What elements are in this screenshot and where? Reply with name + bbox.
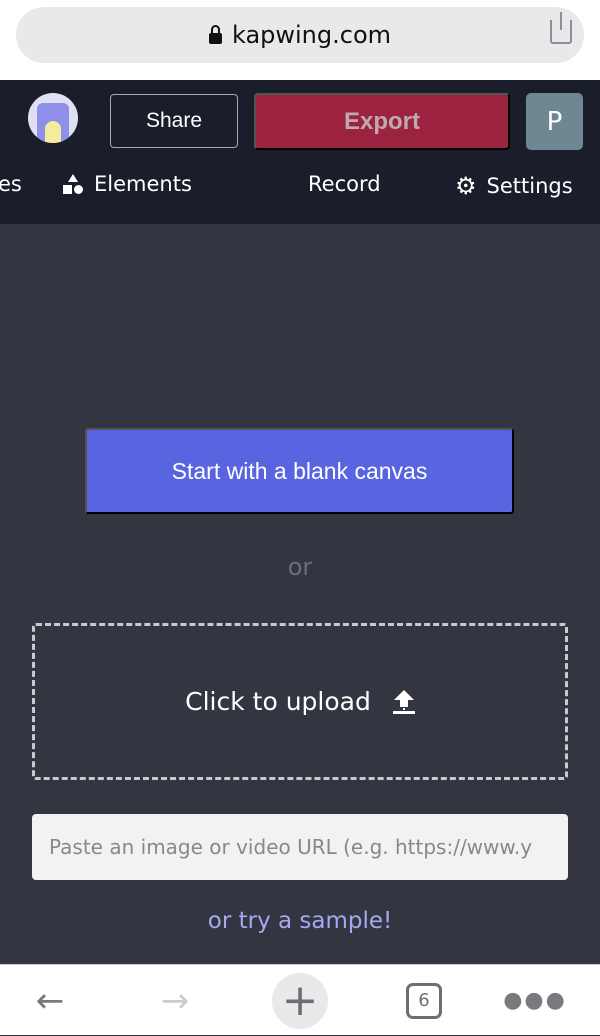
share-icon[interactable] bbox=[550, 12, 572, 44]
blank-canvas-button[interactable]: Start with a blank canvas bbox=[85, 428, 514, 514]
tab-label: Settings bbox=[486, 174, 573, 198]
upload-dropzone[interactable]: Click to upload bbox=[32, 623, 568, 780]
upload-icon bbox=[392, 689, 415, 714]
back-icon[interactable]: ← bbox=[25, 965, 75, 1036]
upload-label: Click to upload bbox=[185, 687, 371, 716]
tab-record[interactable]: Record bbox=[308, 172, 381, 196]
user-avatar-button[interactable]: P bbox=[526, 93, 583, 150]
shapes-icon bbox=[63, 174, 83, 194]
avatar[interactable] bbox=[28, 93, 78, 143]
try-sample-link[interactable]: or try a sample! bbox=[0, 908, 600, 934]
url-field[interactable]: kapwing.com bbox=[16, 7, 584, 63]
tab-elements[interactable]: Elements bbox=[62, 172, 192, 196]
tab-settings[interactable]: ⚙ Settings bbox=[455, 172, 573, 200]
lock-icon bbox=[208, 24, 222, 44]
browser-toolbar: ← → + 6 ●●● bbox=[0, 964, 600, 1035]
tab-label: es bbox=[0, 172, 22, 196]
url-text: kapwing.com bbox=[231, 21, 392, 49]
gear-icon: ⚙ bbox=[455, 172, 477, 200]
tab-label: Elements bbox=[94, 172, 192, 196]
browser-address-bar: kapwing.com bbox=[0, 0, 600, 80]
tabs-icon[interactable]: 6 bbox=[404, 965, 444, 1036]
tab-partial[interactable]: es bbox=[0, 172, 22, 196]
new-tab-icon[interactable]: + bbox=[270, 965, 330, 1036]
tab-label: Record bbox=[308, 172, 381, 196]
forward-icon[interactable]: → bbox=[150, 965, 200, 1036]
share-button[interactable]: Share bbox=[110, 94, 238, 148]
or-divider: or bbox=[287, 553, 313, 581]
export-button[interactable]: Export bbox=[254, 93, 510, 150]
more-icon[interactable]: ●●● bbox=[503, 965, 565, 1036]
url-input[interactable] bbox=[32, 814, 568, 880]
